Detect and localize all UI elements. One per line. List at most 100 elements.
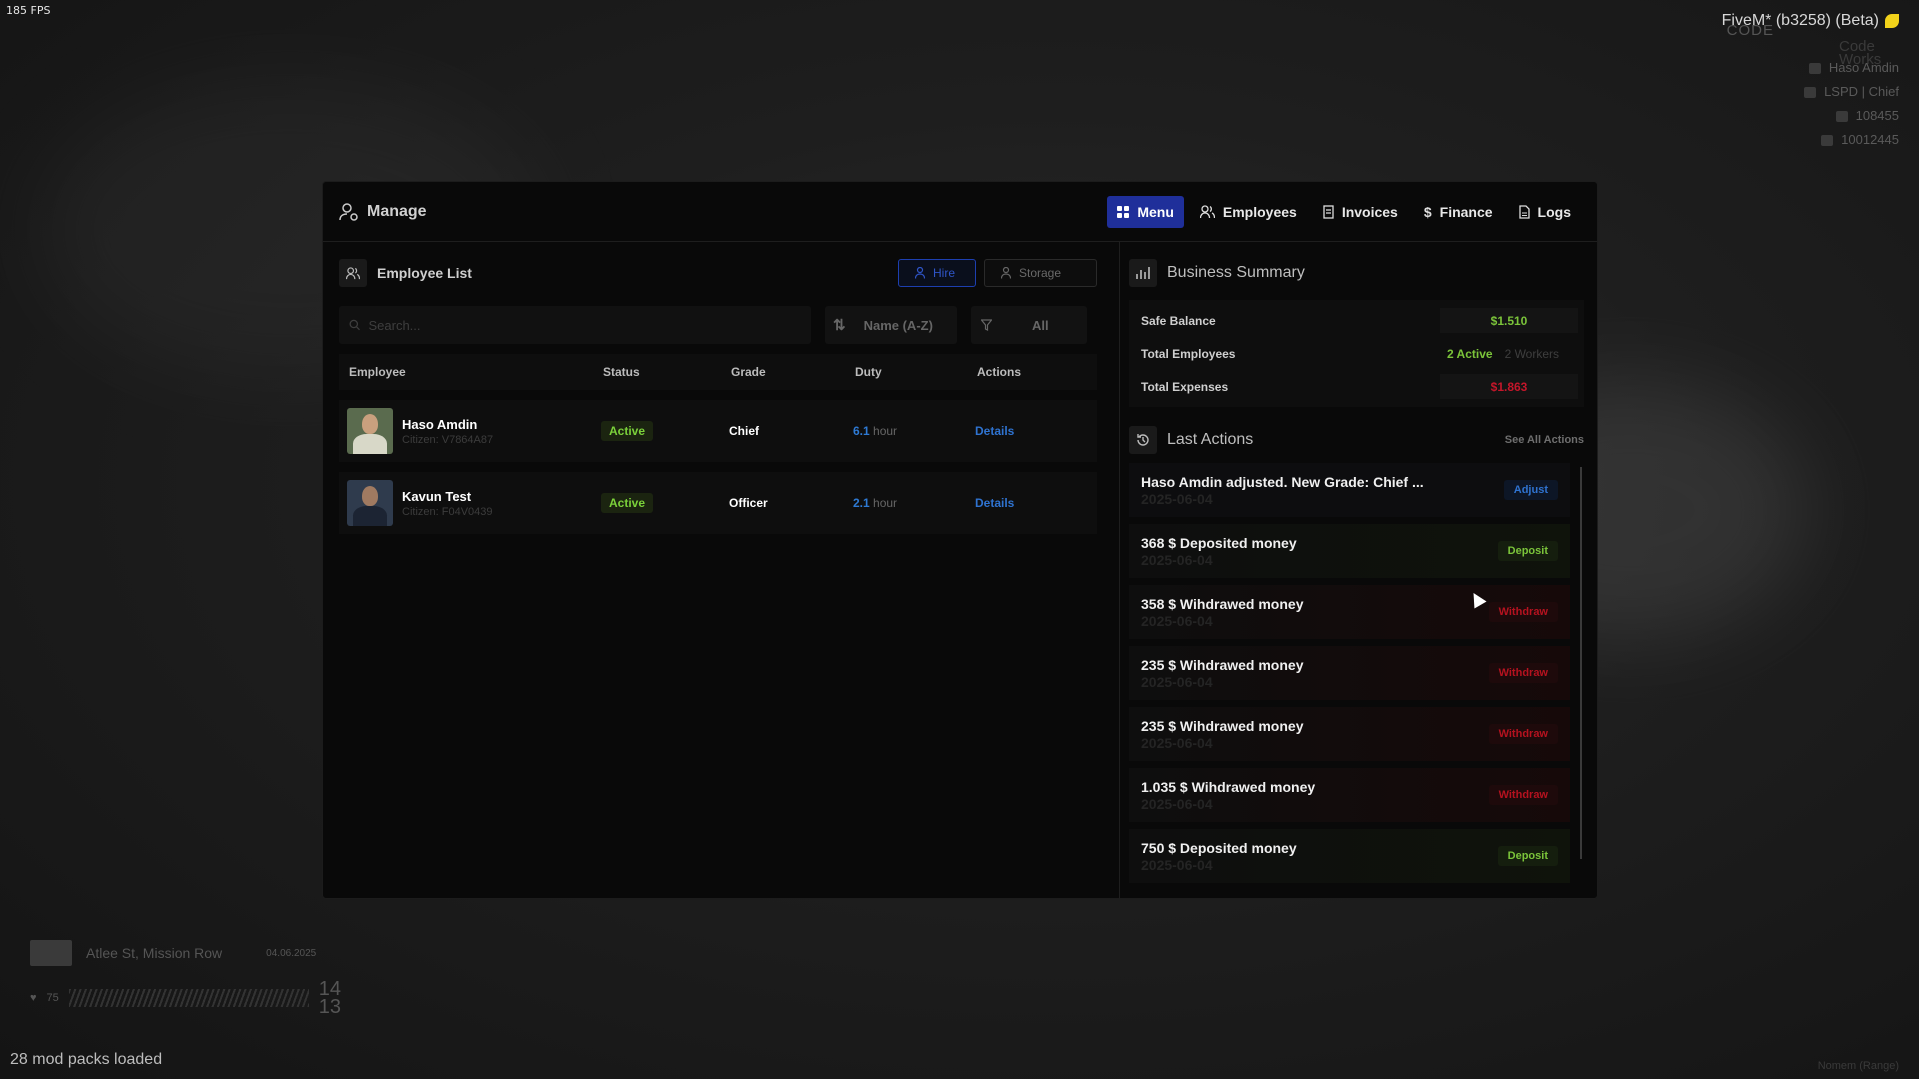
col-duty: Duty	[855, 365, 882, 379]
action-text: 235 $ Wihdrawed money	[1141, 717, 1304, 734]
compass-icon	[30, 940, 72, 966]
action-date: 2025-06-04	[1141, 673, 1213, 690]
active-count: 2 Active	[1446, 346, 1493, 361]
employee-name: Haso Amdin	[402, 416, 478, 432]
leaf-icon	[1885, 14, 1899, 28]
users-icon	[1199, 204, 1215, 218]
action-date: 2025-06-04	[1141, 551, 1213, 568]
search-icon	[349, 319, 360, 331]
code-label: CODE	[1726, 22, 1774, 39]
actions-list: Haso Amdin adjusted. New Grade: Chief ..…	[1129, 463, 1584, 893]
citizen-id: Citizen: V7864A87	[402, 433, 494, 446]
nav-menu-label: Menu	[1137, 203, 1174, 220]
action-date: 2025-06-04	[1141, 490, 1213, 507]
business-summary-header: Business Summary	[1129, 258, 1584, 288]
summary-row-expenses: Total Expenses $1.863	[1135, 370, 1578, 403]
list-item: Haso Amdin adjusted. New Grade: Chief ..…	[1129, 463, 1570, 517]
player-name: Haso Amdin	[1828, 60, 1899, 75]
action-text: 1.035 $ Wihdrawed money	[1141, 778, 1316, 795]
last-actions-header: Last Actions See All Actions	[1129, 425, 1584, 455]
panel-topbar: Manage Menu Employees Invoices $ Finance…	[323, 182, 1597, 242]
thirst-value: 13	[318, 996, 342, 1018]
action-text: 750 $ Deposited money	[1141, 839, 1297, 856]
history-icon	[1129, 426, 1157, 454]
nav-finance[interactable]: $ Finance	[1414, 196, 1503, 228]
action-type-badge: Withdraw	[1488, 663, 1558, 683]
duty-value: 2.1 hour	[853, 496, 975, 510]
nav-employees-label: Employees	[1222, 203, 1297, 220]
action-type-badge: Deposit	[1497, 846, 1558, 866]
table-row: Kavun Test Citizen: F04V0439 Active Offi…	[339, 472, 1097, 534]
action-text: 368 $ Deposited money	[1141, 534, 1297, 551]
panel-brand: Manage	[339, 202, 427, 222]
nav-menu[interactable]: Menu	[1107, 195, 1184, 228]
see-all-actions-link[interactable]: See All Actions	[1505, 434, 1584, 446]
nav-invoices-label: Invoices	[1341, 203, 1398, 220]
date-label: 04.06.2025	[266, 947, 317, 959]
table-header: Employee Status Grade Duty Actions	[339, 354, 1097, 390]
safe-balance-value: $1.510	[1440, 308, 1578, 333]
avatar	[347, 408, 393, 454]
duty-unit: hour	[873, 424, 898, 438]
duty-unit: hour	[873, 496, 898, 510]
sort-select[interactable]: ⇅ Name (A-Z)	[825, 306, 957, 344]
safe-balance-label: Safe Balance	[1141, 313, 1216, 328]
search-input[interactable]	[368, 317, 801, 333]
cash-value: 10012445	[1841, 132, 1899, 147]
heart-icon: ♥	[30, 992, 37, 1004]
avatar	[347, 480, 393, 526]
cash-line: 10012445	[1804, 128, 1899, 152]
status-badge: Active	[601, 421, 654, 441]
summary-row-safe: Safe Balance $1.510	[1135, 304, 1578, 337]
employee-cell: Haso Amdin Citizen: V7864A87	[347, 408, 601, 454]
action-type-badge: Withdraw	[1488, 785, 1558, 805]
details-link[interactable]: Details	[975, 424, 1014, 438]
status-badge: Active	[601, 493, 654, 513]
fps-counter: 185 FPS	[6, 4, 51, 17]
action-date: 2025-06-04	[1141, 856, 1213, 873]
list-item: 750 $ Deposited money 2025-06-04 Deposit	[1129, 829, 1570, 883]
storage-label: Storage	[1019, 266, 1062, 280]
summary-table: Safe Balance $1.510 Total Employees 2 Ac…	[1129, 300, 1584, 407]
hud-bottom-left: Atlee St, Mission Row 04.06.2025 ♥ 75 14…	[30, 940, 342, 1018]
col-actions: Actions	[977, 365, 1022, 379]
grade-label: Chief	[729, 424, 759, 438]
employee-list-section: Employee List Hire Storage ⇅ Name (	[339, 258, 1097, 534]
action-type-badge: Deposit	[1497, 541, 1558, 561]
action-date: 2025-06-04	[1141, 612, 1213, 629]
health-bar	[68, 989, 309, 1007]
action-type-badge: Withdraw	[1488, 724, 1558, 744]
filter-select[interactable]: All	[971, 306, 1087, 344]
employee-cell: Kavun Test Citizen: F04V0439	[347, 480, 601, 526]
total-expenses-value: $1.863	[1440, 374, 1578, 399]
hire-label: Hire	[933, 266, 956, 280]
panel-divider	[1119, 242, 1120, 899]
grade-label: Officer	[729, 496, 768, 510]
job-line: LSPD | Chief	[1804, 80, 1899, 104]
file-icon	[1518, 204, 1530, 219]
wallet-icon	[1821, 134, 1834, 146]
nav-invoices[interactable]: Invoices	[1313, 196, 1408, 228]
citizen-id: Citizen: F04V0439	[402, 505, 493, 518]
storage-button[interactable]: Storage	[984, 259, 1097, 287]
list-item: 368 $ Deposited money 2025-06-04 Deposit	[1129, 524, 1570, 578]
hire-button[interactable]: Hire	[898, 259, 976, 287]
player-name-line: Haso Amdin	[1804, 56, 1899, 80]
employee-list-title: Employee List	[377, 265, 472, 281]
manage-panel: Manage Menu Employees Invoices $ Finance…	[322, 181, 1598, 899]
health-value: 75	[46, 992, 59, 1004]
list-item: 1.035 $ Wihdrawed money 2025-06-04 Withdr…	[1129, 768, 1570, 822]
nav-logs[interactable]: Logs	[1509, 196, 1581, 228]
person-icon	[1001, 267, 1011, 279]
briefcase-icon	[1804, 86, 1817, 98]
id-icon	[1808, 62, 1821, 74]
summary-row-employees: Total Employees 2 Active 2 Workers	[1135, 337, 1578, 370]
scrollbar[interactable]	[1580, 467, 1582, 859]
col-grade: Grade	[731, 365, 766, 379]
details-link[interactable]: Details	[975, 496, 1014, 510]
nav-employees[interactable]: Employees	[1190, 196, 1307, 228]
workers-count: 2 Workers	[1504, 346, 1560, 361]
mods-loaded-text: 28 mod packs loaded	[10, 1051, 163, 1068]
job-label: LSPD | Chief	[1824, 84, 1899, 99]
person-icon	[915, 267, 925, 279]
